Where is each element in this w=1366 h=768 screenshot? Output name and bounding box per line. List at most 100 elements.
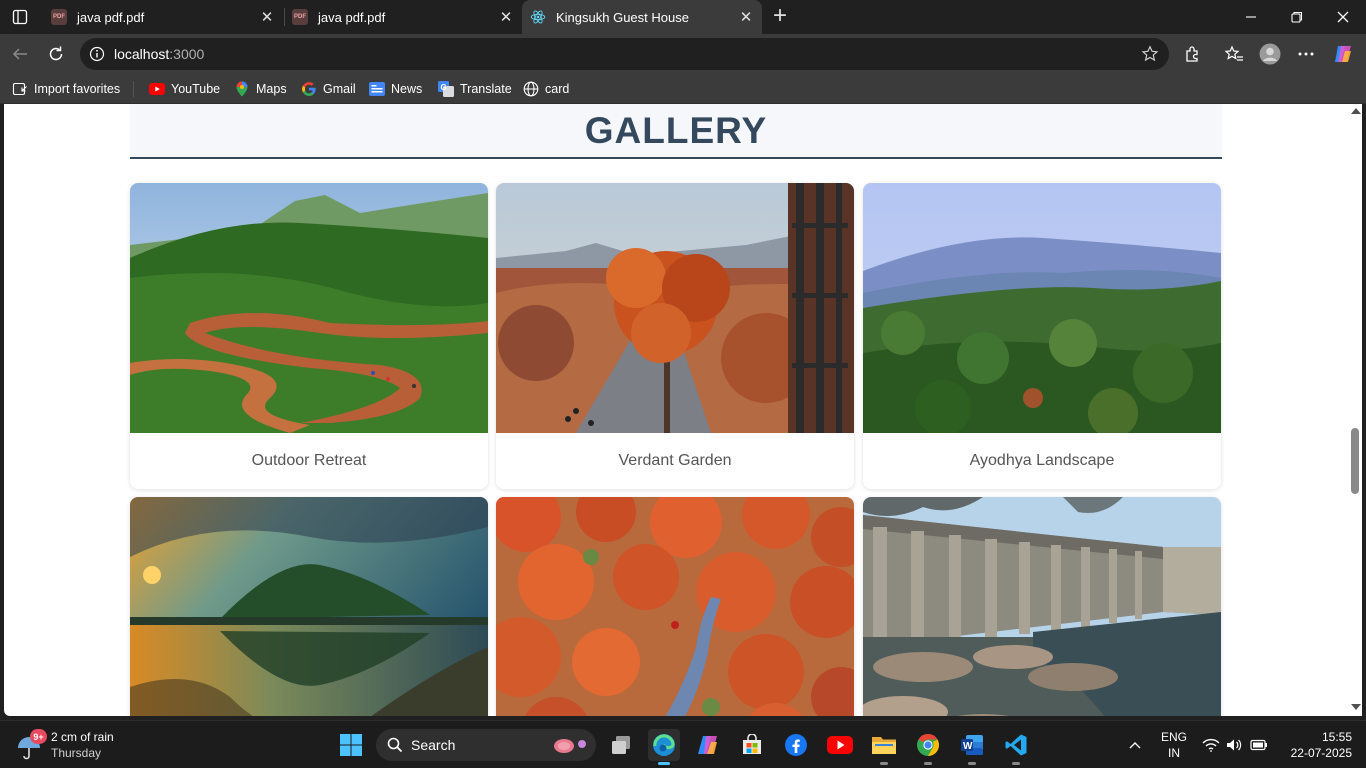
taskbar: 9+ 2 cm of rain Thursday Search W ENG IN… bbox=[0, 720, 1366, 768]
more-options-icon[interactable] bbox=[1295, 43, 1317, 65]
favorite-star-icon[interactable] bbox=[1141, 45, 1159, 63]
word-app[interactable]: W bbox=[956, 729, 988, 765]
extensions-icon[interactable] bbox=[1182, 43, 1204, 65]
info-icon[interactable] bbox=[89, 46, 105, 62]
close-icon[interactable]: ✕ bbox=[738, 9, 754, 26]
refresh-icon[interactable] bbox=[44, 42, 68, 66]
battery-icon bbox=[1250, 739, 1267, 751]
svg-text:G: G bbox=[441, 83, 447, 92]
fav-card[interactable]: card bbox=[523, 80, 569, 98]
address-bar[interactable]: localhost:3000 bbox=[80, 38, 1169, 70]
gallery-photo[interactable] bbox=[130, 497, 488, 716]
vscode-app[interactable] bbox=[1000, 729, 1032, 765]
page-title: GALLERY bbox=[584, 109, 768, 151]
task-view-button[interactable] bbox=[605, 729, 637, 761]
search-highlight-icon bbox=[554, 739, 586, 753]
gallery-photo[interactable] bbox=[863, 497, 1221, 716]
chrome-app[interactable] bbox=[912, 729, 944, 765]
fav-label: Translate bbox=[460, 82, 512, 96]
new-tab-icon[interactable]: + bbox=[768, 4, 792, 29]
favorites-divider bbox=[133, 81, 134, 97]
store-icon bbox=[743, 734, 761, 754]
language-code: ENG bbox=[1160, 730, 1187, 744]
fav-label: Import favorites bbox=[34, 82, 121, 96]
page-viewport: GALLERY Outdoor Retreat Verdant Garden A… bbox=[4, 104, 1348, 716]
edge-icon bbox=[653, 734, 675, 756]
close-window-icon[interactable] bbox=[1320, 0, 1366, 34]
task-view-icon bbox=[612, 736, 630, 754]
weather-day: Thursday bbox=[51, 746, 102, 760]
youtube-icon bbox=[827, 736, 853, 754]
fav-gmail[interactable]: Gmail bbox=[301, 80, 356, 98]
volume-icon bbox=[1227, 739, 1242, 751]
tab-actions-icon[interactable] bbox=[10, 7, 30, 27]
fav-label: card bbox=[545, 82, 570, 96]
scroll-up-icon[interactable] bbox=[1351, 108, 1361, 114]
weather-widget[interactable]: 9+ 2 cm of rain Thursday bbox=[14, 727, 154, 763]
taskbar-search[interactable]: Search bbox=[376, 729, 596, 761]
file-explorer-app[interactable] bbox=[868, 729, 900, 765]
pdf-icon: PDF bbox=[292, 9, 308, 25]
region-code: IN bbox=[1168, 746, 1180, 760]
fav-maps[interactable]: Maps bbox=[234, 80, 287, 98]
windows-icon bbox=[340, 734, 362, 756]
copilot-icon[interactable] bbox=[1332, 43, 1354, 65]
fav-translate[interactable]: G Translate bbox=[438, 80, 512, 98]
gallery-photo[interactable] bbox=[130, 183, 488, 433]
minimize-icon[interactable] bbox=[1228, 0, 1274, 34]
favorites-icon[interactable] bbox=[1223, 43, 1245, 65]
react-icon bbox=[530, 10, 546, 24]
page-scrollbar[interactable] bbox=[1348, 104, 1362, 716]
gallery-card-dam[interactable] bbox=[863, 497, 1221, 716]
fav-news[interactable]: News bbox=[369, 80, 422, 98]
scroll-down-icon[interactable] bbox=[1351, 704, 1361, 710]
start-button[interactable] bbox=[335, 729, 367, 761]
fav-label: Maps bbox=[256, 82, 287, 96]
gallery-card-sunset-hill[interactable] bbox=[130, 497, 488, 716]
close-icon[interactable]: ✕ bbox=[259, 9, 275, 26]
show-hidden-icons[interactable] bbox=[1128, 721, 1142, 768]
gallery-photo[interactable] bbox=[496, 497, 854, 716]
back-arrow-icon[interactable] bbox=[8, 42, 32, 66]
chevron-up-icon bbox=[1129, 742, 1141, 749]
youtube-app[interactable] bbox=[824, 729, 856, 761]
facebook-app[interactable] bbox=[780, 729, 812, 761]
gallery-photo[interactable] bbox=[496, 183, 854, 433]
wifi-icon bbox=[1202, 738, 1220, 752]
tab-kingsukh[interactable]: Kingsukh Guest House ✕ bbox=[522, 0, 762, 34]
gallery-card-outdoor-retreat[interactable]: Outdoor Retreat bbox=[130, 183, 488, 489]
news-icon bbox=[369, 81, 385, 97]
tab-java-pdf-1[interactable]: PDF java pdf.pdf ✕ bbox=[43, 0, 283, 34]
quick-settings[interactable] bbox=[1202, 721, 1268, 768]
scrollbar-thumb[interactable] bbox=[1351, 428, 1359, 494]
import-icon bbox=[12, 81, 28, 97]
tab-title: Kingsukh Guest House bbox=[556, 9, 689, 25]
close-icon[interactable]: ✕ bbox=[498, 9, 514, 26]
profile-avatar-icon[interactable] bbox=[1259, 43, 1281, 65]
gallery-card-verdant-garden[interactable]: Verdant Garden bbox=[496, 183, 854, 489]
running-indicator bbox=[658, 762, 670, 765]
maps-icon bbox=[234, 81, 250, 97]
tab-strip: PDF java pdf.pdf ✕ PDF java pdf.pdf ✕ Ki… bbox=[0, 0, 1366, 34]
restore-icon[interactable] bbox=[1274, 0, 1320, 34]
gallery-header: GALLERY bbox=[130, 104, 1222, 159]
gallery-card-red-forest[interactable] bbox=[496, 497, 854, 716]
url-port: :3000 bbox=[169, 46, 205, 62]
gallery-caption: Verdant Garden bbox=[618, 452, 732, 469]
navigation-toolbar: localhost:3000 bbox=[0, 34, 1366, 74]
edge-app[interactable] bbox=[648, 729, 680, 765]
gallery-photo[interactable] bbox=[863, 183, 1221, 433]
store-app[interactable] bbox=[736, 729, 768, 761]
copilot-app[interactable] bbox=[692, 729, 724, 761]
system-clock[interactable]: 15:55 22-07-2025 bbox=[1278, 729, 1352, 761]
running-indicator bbox=[924, 762, 932, 765]
search-icon bbox=[387, 737, 403, 753]
tab-java-pdf-2[interactable]: PDF java pdf.pdf ✕ bbox=[284, 0, 522, 34]
fav-youtube[interactable]: YouTube bbox=[149, 80, 220, 98]
fav-label: Gmail bbox=[323, 82, 356, 96]
fav-import-favorites[interactable]: Import favorites bbox=[12, 80, 120, 98]
url-text[interactable]: localhost:3000 bbox=[114, 46, 204, 62]
language-indicator[interactable]: ENG IN bbox=[1160, 729, 1188, 761]
clock-date: 22-07-2025 bbox=[1290, 746, 1352, 760]
gallery-card-ayodhya-landscape[interactable]: Ayodhya Landscape bbox=[863, 183, 1221, 489]
